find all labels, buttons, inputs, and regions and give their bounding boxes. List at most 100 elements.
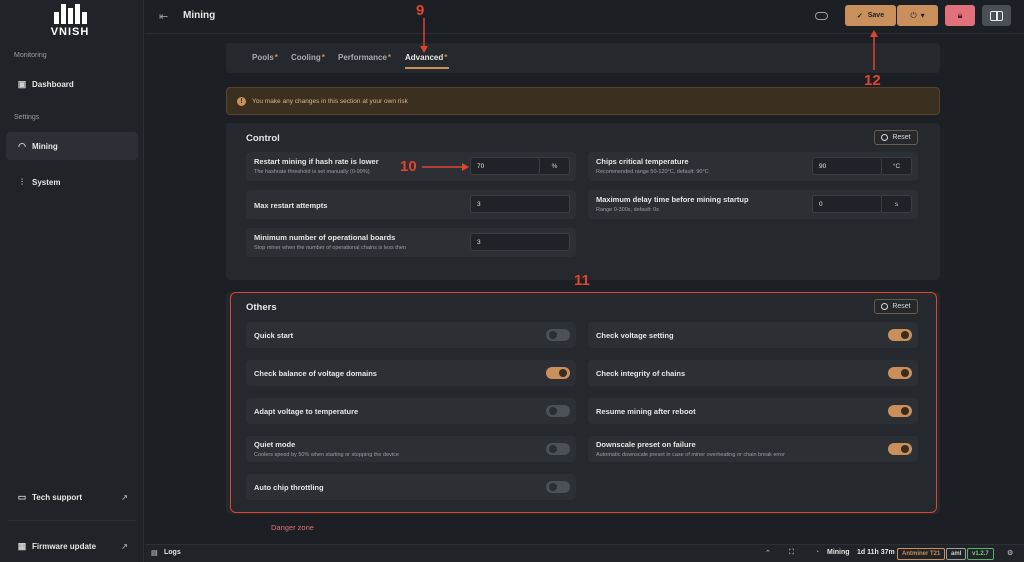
section-settings: Settings (14, 114, 40, 121)
scan-icon[interactable]: ⛶ (789, 549, 794, 557)
toggle-row: Quiet mode Coolers speed by 50% when star… (246, 436, 576, 462)
check-icon: ✓ (856, 12, 863, 20)
tab-label: Pools (252, 53, 274, 62)
toggle-label: Downscale preset on failure (596, 440, 696, 449)
top-bar: ⇤ Mining ✓ Save ⏻ ▾ 🔒︎ (145, 0, 1024, 34)
toggle-label: Check balance of voltage domains (254, 369, 377, 378)
power-menu-button[interactable]: ⏻ ▾ (897, 5, 938, 26)
theme-toggle-icon[interactable] (815, 12, 828, 20)
spinner-icon: ◔ (815, 549, 820, 556)
unit-label: % (540, 157, 570, 175)
min-boards-input[interactable]: 3 (470, 233, 570, 251)
modified-star: * (274, 53, 278, 62)
sidebar-item-mining[interactable]: ◠ Mining (6, 132, 138, 160)
reset-label: Reset (892, 303, 911, 310)
annotation-arrow-icon (870, 30, 878, 70)
control-reset-button[interactable]: Reset (874, 130, 918, 145)
uptime: 1d 11h 37m (857, 549, 895, 556)
lock-button[interactable]: 🔒︎ (945, 5, 975, 26)
toggle-row: Check balance of voltage domains (246, 360, 576, 386)
divider (8, 520, 136, 521)
gear-icon[interactable]: ⚙ (1007, 549, 1013, 557)
tab-advanced[interactable]: Advanced* (405, 53, 447, 62)
field-hint: Recommended range 50-120°C, default: 90°… (596, 169, 709, 175)
toggle-label: Check integrity of chains (596, 369, 686, 378)
danger-zone-title: Danger zone (271, 523, 314, 532)
logs-button[interactable]: Logs (164, 549, 181, 556)
vnish-logo[interactable]: VNISH (46, 4, 94, 38)
chart-icon: ▣ (17, 78, 27, 89)
toggle-row: Downscale preset on failure Automatic dow… (588, 436, 918, 462)
tab-cooling[interactable]: Cooling* (291, 53, 325, 62)
restart-hashrate-input[interactable]: 70 (470, 157, 540, 175)
chips-temp-field: Chips critical temperature Recommended r… (588, 152, 918, 181)
chevron-up-icon[interactable]: ⌃ (765, 549, 771, 557)
toggle-row: Check integrity of chains (588, 360, 918, 386)
field-hint: The hashrate threshold is set manually (… (254, 169, 370, 175)
min-boards-field: Minimum number of operational boards Sto… (246, 228, 576, 257)
external-link-icon: ↗ (121, 492, 128, 502)
toggle-label: Check voltage setting (596, 331, 674, 340)
annotation-11: 11 (574, 272, 590, 289)
toggle-switch[interactable] (546, 367, 570, 379)
field-label: Chips critical temperature (596, 157, 689, 166)
tab-label: Performance (338, 53, 387, 62)
toggle-hint: Automatic downscale preset in case of mi… (596, 452, 785, 458)
collapse-sidebar-icon[interactable]: ⇤ (159, 10, 168, 23)
annotation-9: 9 (416, 2, 425, 19)
annotation-12: 12 (864, 72, 881, 89)
settings-tabs: Pools* Cooling* Performance* Advanced* (226, 43, 940, 73)
sidebar-item-label: System (32, 177, 61, 187)
unit-label: °C (882, 157, 912, 175)
toggle-label: Adapt voltage to temperature (254, 407, 359, 416)
field-hint: Range 0-300s, default: 0s (596, 207, 659, 213)
sidebar-item-tech-support[interactable]: ▭ Tech support ↗ (6, 483, 138, 511)
sidebar-item-firmware-update[interactable]: ▦ Firmware update ↗ (6, 532, 138, 560)
panel-toggle-button[interactable] (982, 5, 1011, 26)
lock-icon: 🔒︎ (957, 10, 963, 20)
toggle-switch[interactable] (888, 329, 912, 341)
toggle-switch[interactable] (888, 443, 912, 455)
max-delay-field: Maximum delay time before mining startup… (588, 190, 918, 219)
chevron-down-icon: ▾ (920, 11, 925, 20)
toggle-switch[interactable] (546, 481, 570, 493)
sidebar-item-label: Tech support (32, 492, 83, 502)
toggle-switch[interactable] (888, 367, 912, 379)
toggle-switch[interactable] (546, 329, 570, 341)
terminal-icon: ▤ (151, 550, 158, 557)
page-title: Mining (183, 10, 216, 21)
others-reset-button[interactable]: Reset (874, 299, 918, 314)
bottom-bar: ▤ Logs ⌃ ⛶ ◔ Mining 1d 11h 37m Antminer … (145, 544, 1024, 562)
model-badge: Antminer T21 (897, 548, 946, 560)
panel-icon (990, 10, 1003, 21)
sidebar: VNISH Monitoring ▣ Dashboard Settings ◠ … (0, 0, 144, 562)
max-restart-input[interactable]: 3 (470, 195, 570, 213)
reset-icon (881, 134, 889, 141)
toggle-switch[interactable] (888, 405, 912, 417)
max-delay-input[interactable]: 0 (812, 195, 882, 213)
sidebar-item-system[interactable]: ⫶ System (6, 168, 138, 196)
unit-label: s (882, 195, 912, 213)
external-link-icon: ↗ (121, 541, 128, 551)
risk-warning: ! You make any changes in this section a… (226, 87, 940, 115)
tab-label: Cooling (291, 53, 321, 62)
toggle-hint: Coolers speed by 50% when starting or st… (254, 452, 399, 458)
tab-performance[interactable]: Performance* (338, 53, 391, 62)
annotation-arrow-icon (422, 163, 469, 171)
toggle-label: Quick start (254, 331, 294, 340)
annotation-arrow-icon (420, 18, 428, 53)
toggle-switch[interactable] (546, 443, 570, 455)
toggle-switch[interactable] (546, 405, 570, 417)
warning-text: You make any changes in this section at … (252, 97, 408, 105)
tab-pools[interactable]: Pools* (252, 53, 278, 62)
platform-badge: aml (946, 548, 967, 560)
sliders-icon: ⫶ (20, 176, 24, 187)
section-monitoring: Monitoring (14, 52, 47, 59)
sidebar-item-label: Firmware update (32, 541, 97, 551)
chips-temp-input[interactable]: 90 (812, 157, 882, 175)
toggle-label: Resume mining after reboot (596, 407, 696, 416)
reset-label: Reset (892, 134, 911, 141)
sidebar-item-dashboard[interactable]: ▣ Dashboard (6, 70, 138, 98)
chip-icon: ▦ (17, 540, 27, 551)
save-button[interactable]: ✓ Save (845, 5, 896, 26)
